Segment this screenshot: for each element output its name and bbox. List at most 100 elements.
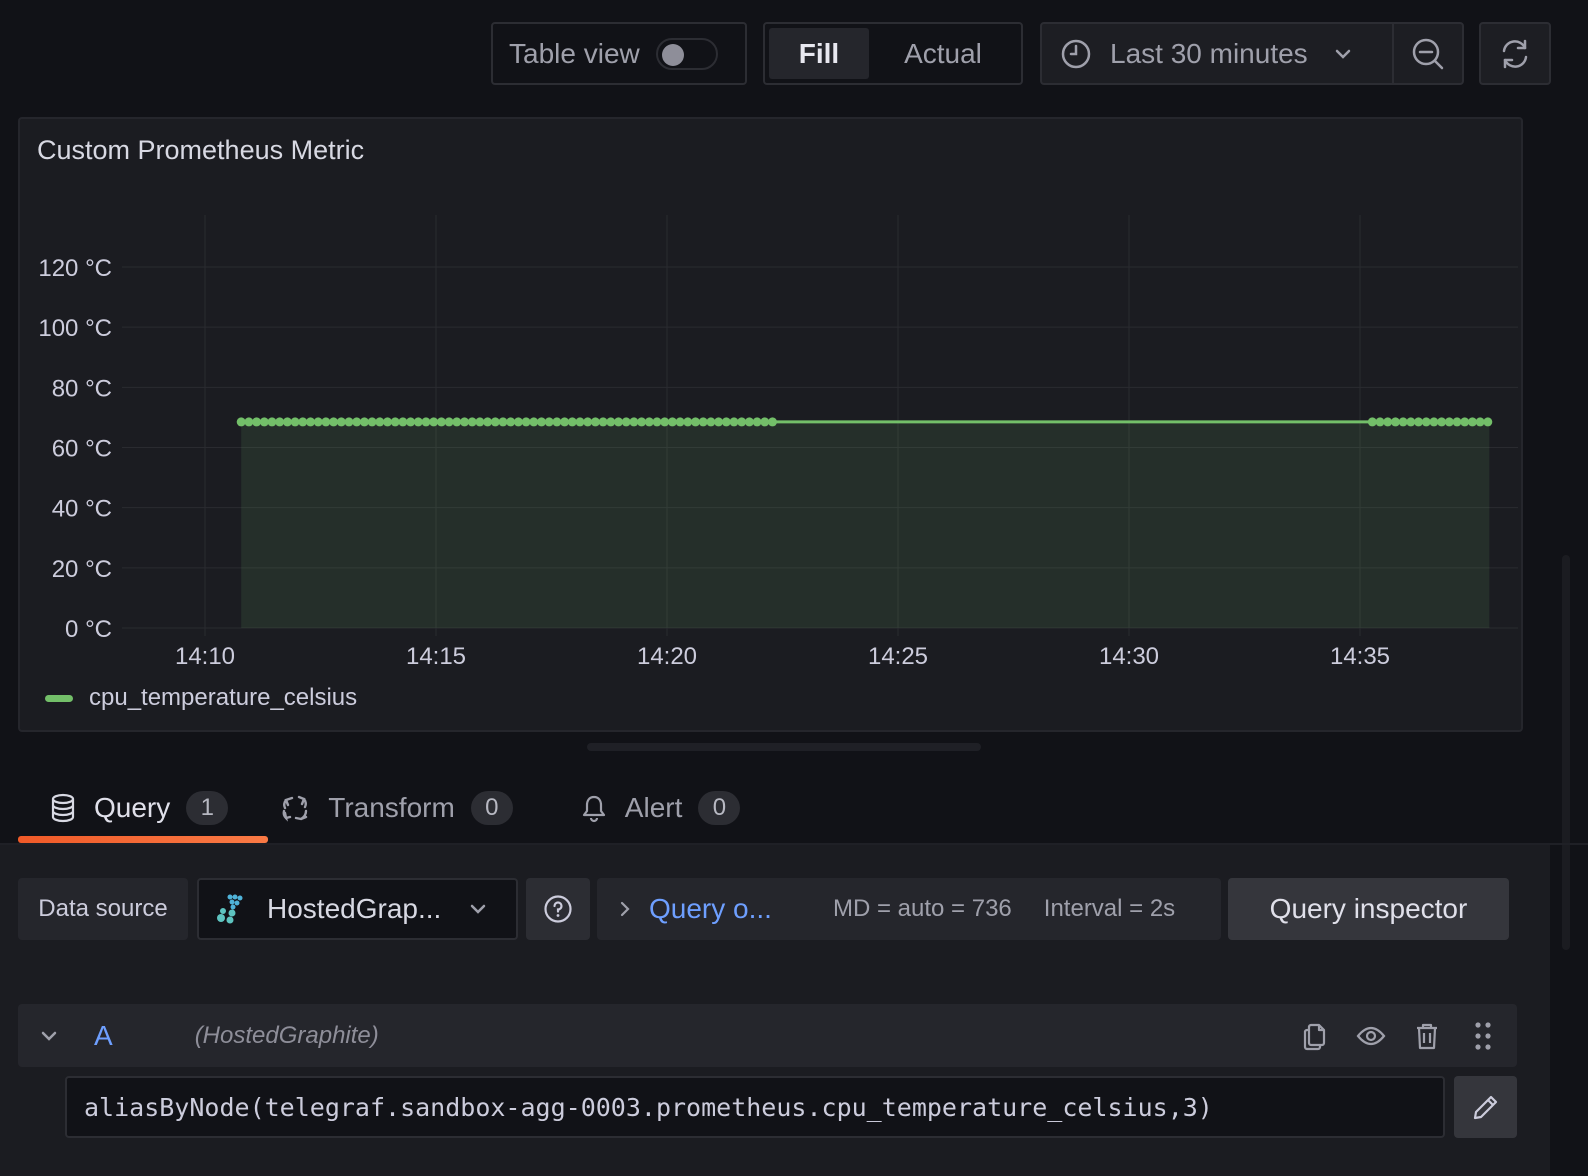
data-point — [613, 417, 623, 427]
chevron-right-icon — [619, 900, 631, 918]
query-expression-input[interactable]: aliasByNode(telegraf.sandbox-agg-0003.pr… — [65, 1076, 1445, 1138]
data-point — [452, 417, 462, 427]
time-picker: Last 30 minutes — [1040, 22, 1464, 85]
data-point — [406, 417, 416, 427]
bell-icon — [581, 793, 607, 823]
data-point — [1421, 417, 1431, 427]
data-point — [575, 417, 585, 427]
tab-transform-count: 0 — [470, 791, 513, 825]
toggle-edit-mode-button[interactable] — [1454, 1076, 1517, 1138]
data-point — [490, 417, 500, 427]
x-tick-label: 14:15 — [406, 643, 466, 670]
data-point — [436, 417, 446, 427]
data-point — [544, 417, 554, 427]
zoom-out-button[interactable] — [1394, 24, 1462, 83]
data-point — [390, 417, 400, 427]
data-point — [1467, 417, 1477, 427]
tab-query[interactable]: Query 1 — [18, 775, 246, 841]
table-view-toggle-group: Table view — [491, 22, 747, 85]
data-point — [560, 417, 570, 427]
data-point — [567, 417, 577, 427]
panel-resize-handle[interactable] — [587, 743, 981, 751]
data-point — [606, 417, 616, 427]
data-point — [321, 417, 331, 427]
eye-icon[interactable] — [1355, 1021, 1387, 1051]
legend-color-swatch — [45, 694, 73, 702]
refresh-button[interactable] — [1479, 22, 1551, 85]
trash-icon[interactable] — [1411, 1021, 1443, 1051]
data-point — [475, 417, 485, 427]
vertical-scrollbar[interactable] — [1562, 555, 1570, 950]
data-point — [637, 417, 647, 427]
tab-transform[interactable]: Transform 0 — [246, 775, 531, 841]
data-point — [737, 417, 747, 427]
actual-option[interactable]: Actual — [869, 28, 1017, 79]
data-point — [398, 417, 408, 427]
x-tick-label: 14:35 — [1330, 643, 1390, 670]
data-point — [721, 417, 731, 427]
data-point — [690, 417, 700, 427]
tab-alert[interactable]: Alert 0 — [531, 775, 759, 841]
data-point — [583, 417, 593, 427]
data-point — [483, 417, 493, 427]
data-point — [498, 417, 508, 427]
legend-series-label[interactable]: cpu_temperature_celsius — [89, 684, 357, 712]
query-inspector-button[interactable]: Query inspector — [1228, 878, 1509, 940]
drag-handle-icon[interactable] — [1467, 1020, 1499, 1052]
data-point — [706, 417, 716, 427]
data-source-label: Data source — [18, 878, 188, 940]
data-point — [598, 417, 608, 427]
editor-tabs: Query 1 Transform 0 Alert 0 — [18, 775, 758, 845]
query-datasource-name: (HostedGraphite) — [194, 1021, 379, 1049]
data-point — [506, 417, 516, 427]
data-point — [1444, 417, 1454, 427]
data-point — [752, 417, 762, 427]
fill-option[interactable]: Fill — [769, 28, 869, 79]
fill-actual-segmented-control: Fill Actual — [763, 22, 1023, 85]
data-point — [252, 417, 262, 427]
data-point — [282, 417, 292, 427]
y-tick-label: 40 °C — [52, 496, 112, 523]
data-point — [467, 417, 477, 427]
data-point — [714, 417, 724, 427]
data-point — [244, 417, 254, 427]
data-point — [621, 417, 631, 427]
y-tick-label: 20 °C — [52, 556, 112, 583]
y-tick-label: 60 °C — [52, 436, 112, 463]
data-point — [359, 417, 369, 427]
legend: cpu_temperature_celsius — [45, 684, 357, 712]
clock-icon — [1060, 38, 1092, 70]
data-point — [1437, 417, 1447, 427]
data-point — [1398, 417, 1408, 427]
chevron-down-icon — [469, 903, 487, 915]
x-tick-label: 14:10 — [175, 643, 235, 670]
data-source-select[interactable]: HostedGrap... — [197, 878, 518, 940]
data-point — [644, 417, 654, 427]
data-point — [421, 417, 431, 427]
query-options-link[interactable]: Query o... — [649, 893, 819, 925]
data-point — [629, 417, 639, 427]
chevron-down-icon — [1334, 48, 1352, 60]
data-point — [760, 417, 770, 427]
data-point — [305, 417, 315, 427]
query-ref-id[interactable]: A — [94, 1020, 113, 1052]
data-point — [352, 417, 362, 427]
time-range-button[interactable]: Last 30 minutes — [1042, 24, 1394, 83]
data-point — [290, 417, 300, 427]
refresh-icon — [1498, 37, 1532, 71]
series-area-fill — [241, 421, 1490, 628]
zoom-out-icon — [1411, 37, 1445, 71]
data-point — [298, 417, 308, 427]
data-point — [744, 417, 754, 427]
data-point — [1429, 417, 1439, 427]
duplicate-query-icon[interactable] — [1299, 1021, 1331, 1051]
collapse-query-chevron-icon[interactable] — [40, 1030, 58, 1042]
data-source-help-button[interactable] — [526, 878, 590, 940]
data-point — [729, 417, 739, 427]
table-view-toggle[interactable] — [655, 37, 718, 70]
data-point — [336, 417, 346, 427]
data-point — [275, 417, 285, 427]
data-point — [683, 417, 693, 427]
database-icon — [50, 793, 76, 823]
query-options-bar[interactable]: Query o... MD = auto = 736 Interval = 2s — [597, 878, 1221, 940]
